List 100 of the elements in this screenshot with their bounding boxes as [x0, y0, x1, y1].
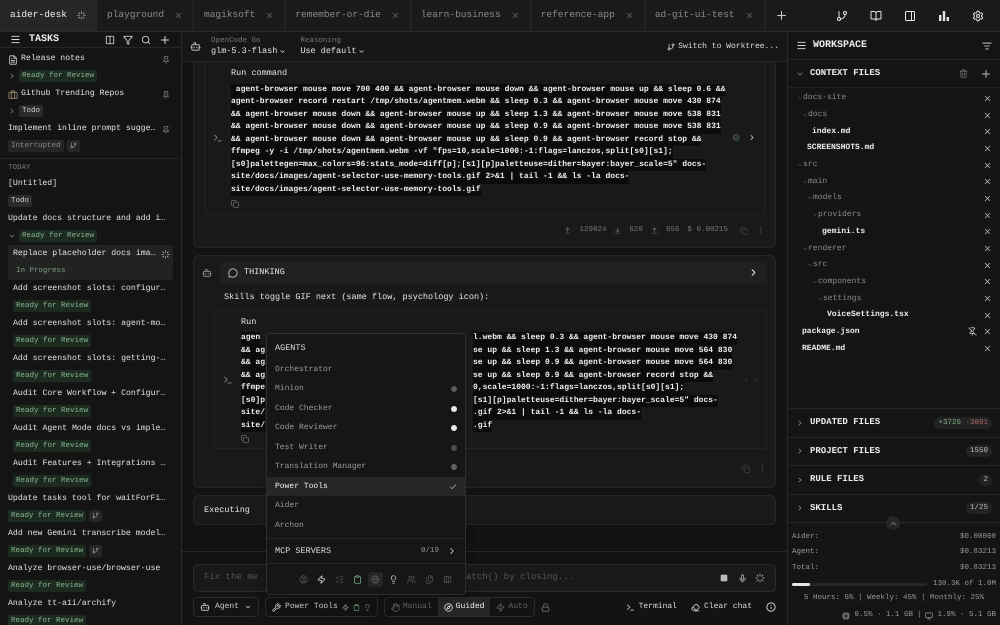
remove-icon[interactable] [983, 277, 992, 286]
remove-icon[interactable] [983, 144, 992, 153]
file-name[interactable]: SCREENSHOTS.md [802, 142, 983, 154]
folder-name[interactable]: main [808, 176, 983, 188]
mode-tab[interactable]: Guided [438, 598, 490, 616]
file-name[interactable]: index.md [807, 126, 983, 138]
trash-icon[interactable] [959, 69, 968, 78]
menu-icon[interactable] [10, 34, 21, 45]
reasoning-select[interactable]: Use default [300, 46, 366, 57]
menu-item[interactable]: Code Checker [267, 398, 465, 418]
remove-icon[interactable] [983, 177, 992, 186]
section-title[interactable]: UPDATED FILES [810, 416, 928, 430]
tab[interactable]: playground [97, 0, 194, 31]
tab[interactable]: aider-desk [0, 0, 98, 31]
file-name[interactable]: VoiceSettings.tsx [822, 309, 983, 322]
terminal-button[interactable]: Terminal [626, 601, 677, 613]
remove-icon[interactable] [983, 210, 992, 220]
add-icon[interactable] [980, 68, 992, 80]
remove-icon[interactable] [983, 310, 992, 320]
folder-name[interactable]: models [813, 192, 983, 204]
menu-item[interactable]: Code Reviewer [267, 418, 465, 438]
new-tab-icon[interactable] [774, 9, 788, 22]
section-title[interactable]: PROJECT FILES [810, 444, 960, 458]
agent-button[interactable]: Agent [193, 597, 260, 617]
remove-icon[interactable] [983, 160, 992, 170]
tab[interactable]: learn-business [410, 0, 531, 31]
section-title[interactable]: SKILLS [810, 502, 960, 515]
close-icon[interactable] [265, 11, 274, 20]
remove-icon[interactable] [983, 294, 992, 304]
chevron-right-icon[interactable] [796, 504, 804, 512]
copy-icon[interactable] [241, 435, 249, 443]
chevron-right-icon[interactable] [796, 476, 804, 484]
pin-icon[interactable] [162, 90, 170, 98]
mic-icon[interactable] [738, 574, 747, 582]
menu-item[interactable]: Test Writer [267, 438, 465, 458]
copy-icon[interactable] [231, 200, 239, 208]
tab[interactable]: magiksoft [194, 0, 286, 31]
file-name[interactable]: gemini.ts [817, 226, 983, 238]
section-title[interactable]: CONTEXT FILES [810, 66, 953, 80]
close-icon[interactable] [744, 11, 754, 20]
tab[interactable]: reference-app [530, 0, 645, 31]
folder-name[interactable]: src [813, 259, 983, 272]
folder-name[interactable]: docs-site [803, 92, 983, 104]
chevron-right-icon[interactable] [796, 447, 804, 456]
remove-icon[interactable] [983, 244, 992, 254]
filter-icon[interactable] [982, 40, 992, 50]
menu-item[interactable]: Orchestrator [267, 360, 465, 380]
menu-item[interactable]: Translation Manager [267, 457, 465, 477]
info-icon[interactable] [766, 602, 776, 612]
settings-icon[interactable] [972, 10, 984, 22]
clear-chat-button[interactable]: Clear chat [690, 601, 752, 613]
folder-name[interactable]: components [818, 276, 983, 288]
menu-item[interactable]: Aider [267, 496, 465, 516]
tab[interactable]: ad-git-ui-test [644, 0, 765, 31]
worktree-button[interactable]: Switch to Worktree... [667, 40, 779, 52]
folder-name[interactable]: settings [823, 292, 983, 305]
remove-icon[interactable] [983, 127, 992, 136]
remove-icon[interactable] [983, 327, 992, 336]
file-name[interactable]: package.json [797, 326, 968, 338]
tools-button[interactable]: Power Tools [265, 597, 378, 617]
file-name[interactable]: README.md [797, 342, 983, 355]
folder-name[interactable]: renderer [808, 242, 983, 255]
chevron-right-icon[interactable] [796, 418, 804, 427]
collapse-button[interactable] [886, 516, 900, 530]
pin-icon[interactable] [162, 56, 170, 64]
branch-icon[interactable] [836, 10, 848, 22]
search-icon[interactable] [141, 34, 151, 44]
add-icon[interactable] [159, 34, 171, 46]
stop-icon[interactable] [720, 574, 728, 582]
menu-icon[interactable] [796, 40, 807, 51]
thinking-header[interactable]: THINKING [220, 262, 767, 284]
close-icon[interactable] [624, 11, 634, 20]
remove-icon[interactable] [983, 110, 992, 120]
folder-name[interactable]: docs [808, 109, 983, 122]
menu-item[interactable]: Power Tools [267, 476, 465, 496]
remove-icon[interactable] [983, 194, 992, 203]
bar-chart-icon[interactable] [938, 10, 950, 22]
monitor-icon [925, 612, 934, 620]
remove-icon[interactable] [983, 227, 992, 236]
close-icon[interactable] [174, 11, 184, 20]
menu-item[interactable]: Minion [267, 379, 465, 399]
menu-item[interactable]: Archon [267, 516, 465, 536]
remove-icon[interactable] [983, 344, 992, 354]
remove-icon[interactable] [983, 260, 992, 270]
remove-icon[interactable] [983, 94, 992, 103]
close-icon[interactable] [510, 11, 520, 20]
book-icon[interactable] [870, 10, 882, 22]
filter-icon[interactable] [123, 34, 133, 44]
columns-icon[interactable] [105, 34, 115, 44]
folder-name[interactable]: providers [818, 209, 983, 222]
folder-name[interactable]: src [803, 159, 983, 172]
pin-icon[interactable] [162, 126, 170, 134]
model-select[interactable]: glm-5.3-flash [211, 46, 286, 57]
globe-toggle-icon[interactable] [368, 572, 383, 587]
tab[interactable]: remember-or-die [285, 0, 411, 31]
pin-off-icon[interactable] [968, 327, 977, 336]
section-title[interactable]: RULE FILES [810, 473, 974, 486]
lock-icon[interactable] [540, 602, 550, 612]
close-icon[interactable] [390, 11, 400, 20]
panel-icon[interactable] [904, 10, 916, 22]
